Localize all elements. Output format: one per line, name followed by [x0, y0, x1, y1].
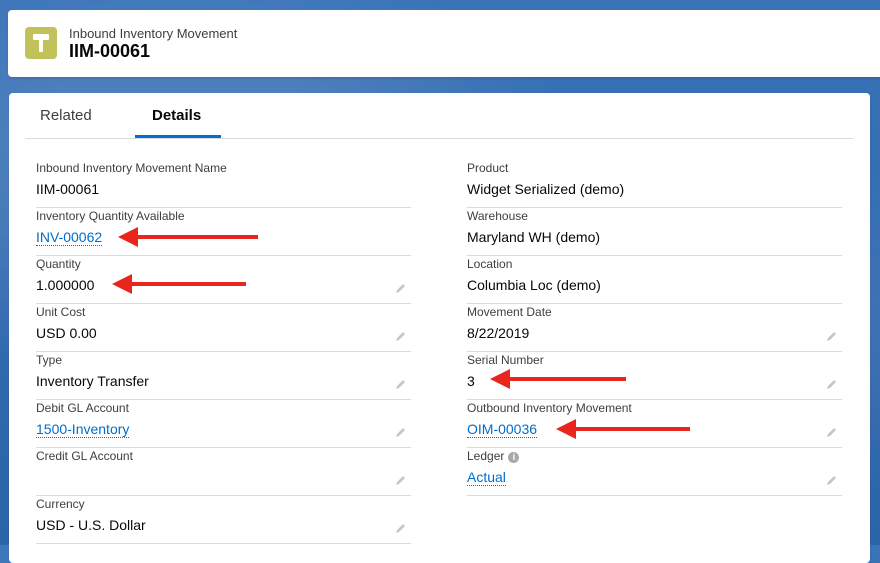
pencil-icon[interactable]: [395, 522, 407, 534]
field-label: Debit GL Account: [36, 401, 129, 415]
pencil-icon[interactable]: [395, 378, 407, 390]
pencil-icon[interactable]: [826, 378, 838, 390]
field-label: Location: [467, 257, 513, 271]
field-value: USD - U.S. Dollar: [36, 517, 146, 533]
tab-details[interactable]: Details: [152, 107, 201, 124]
field-label: Currency: [36, 497, 85, 511]
field-value: 8/22/2019: [467, 325, 530, 341]
pencil-icon[interactable]: [826, 426, 838, 438]
field-type: Type Inventory Transfer: [36, 353, 411, 400]
field-value: Widget Serialized (demo): [467, 181, 625, 197]
field-label: Warehouse: [467, 209, 528, 223]
field-iim-name: Inbound Inventory Movement Name IIM-0006…: [36, 161, 411, 208]
inventory-quantity-link[interactable]: INV-00062: [36, 229, 103, 246]
field-debit-gl-account: Debit GL Account 1500-Inventory: [36, 401, 411, 448]
field-label: Inbound Inventory Movement Name: [36, 161, 227, 175]
tab-bar: Related Details: [25, 93, 853, 139]
field-credit-gl-account: Credit GL Account: [36, 449, 411, 496]
arrow-annotation-quantity: [112, 274, 246, 294]
field-product: Product Widget Serialized (demo): [467, 161, 842, 208]
arrow-annotation-serial-number: [490, 369, 626, 389]
field-label: Type: [36, 353, 63, 367]
object-type-label: Inbound Inventory Movement: [69, 26, 238, 41]
active-tab-indicator: [135, 135, 221, 138]
info-icon[interactable]: i: [508, 452, 520, 463]
field-value: Maryland WH (demo): [467, 229, 601, 245]
ledger-link[interactable]: Actual: [467, 469, 506, 486]
field-value: Inventory Transfer: [36, 373, 149, 389]
arrow-annotation-inventory-qty: [118, 227, 258, 247]
outbound-movement-link[interactable]: OIM-00036: [467, 421, 538, 438]
field-warehouse: Warehouse Maryland WH (demo): [467, 209, 842, 256]
field-value: Columbia Loc (demo): [467, 277, 601, 293]
pencil-icon[interactable]: [826, 474, 838, 486]
pencil-icon[interactable]: [395, 330, 407, 342]
record-title: IIM-00061: [69, 41, 151, 61]
field-label: Outbound Inventory Movement: [467, 401, 632, 415]
pencil-icon[interactable]: [395, 474, 407, 486]
debit-gl-account-link[interactable]: 1500-Inventory: [36, 421, 130, 438]
field-value: 1.000000: [36, 277, 95, 293]
record-header: Inbound Inventory Movement IIM-00061: [8, 10, 880, 77]
tab-related[interactable]: Related: [40, 107, 92, 124]
field-value: 3: [467, 373, 475, 389]
field-label: Serial Number: [467, 353, 544, 367]
arrow-annotation-outbound-movement: [556, 419, 690, 439]
field-movement-date: Movement Date 8/22/2019: [467, 305, 842, 352]
field-label: Movement Date: [467, 305, 552, 319]
field-ledger: Ledger i Actual: [467, 449, 842, 496]
field-location: Location Columbia Loc (demo): [467, 257, 842, 304]
details-card: Related Details Inbound Inventory Moveme…: [9, 93, 870, 563]
field-label: Unit Cost: [36, 305, 86, 319]
field-unit-cost: Unit Cost USD 0.00: [36, 305, 411, 352]
field-currency: Currency USD - U.S. Dollar: [36, 497, 411, 544]
pencil-icon[interactable]: [395, 426, 407, 438]
field-value: IIM-00061: [36, 181, 100, 197]
field-label: Credit GL Account: [36, 449, 133, 463]
pencil-icon[interactable]: [395, 282, 407, 294]
field-label: Ledger i: [467, 449, 520, 463]
field-label: Quantity: [36, 257, 81, 271]
ledger-label-text: Ledger: [467, 449, 505, 463]
field-value: USD 0.00: [36, 325, 97, 341]
field-label: Inventory Quantity Available: [36, 209, 185, 223]
field-label: Product: [467, 161, 509, 175]
hammer-icon: [25, 27, 57, 59]
pencil-icon[interactable]: [826, 330, 838, 342]
